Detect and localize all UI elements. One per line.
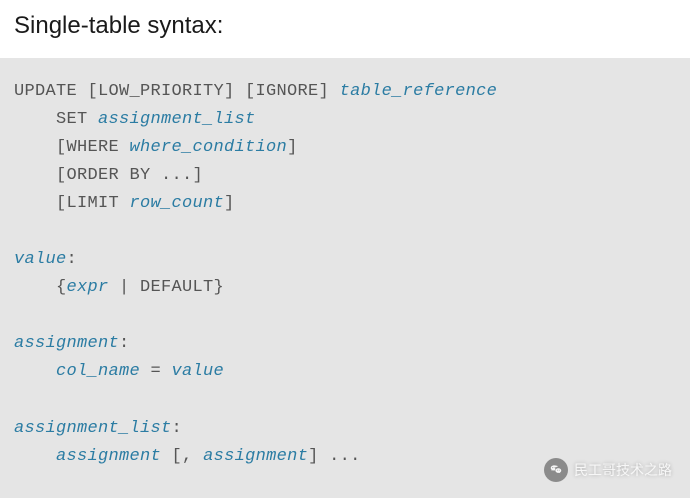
blank-line-2 bbox=[14, 302, 676, 330]
kw-limit-open: [LIMIT bbox=[14, 194, 130, 213]
kw-value-colon: : bbox=[67, 250, 78, 269]
ident-assignment-list: assignment_list bbox=[98, 110, 256, 129]
kw-equals: = bbox=[140, 362, 172, 381]
kw-al-colon: : bbox=[172, 419, 183, 438]
code-line-where: [WHERE where_condition] bbox=[14, 134, 676, 162]
attribution-text: 民工哥技术之路 bbox=[574, 460, 672, 480]
attribution: 民工哥技术之路 bbox=[544, 458, 672, 482]
kw-al-sep: [, bbox=[161, 447, 203, 466]
kw-set: SET bbox=[14, 110, 98, 129]
code-line-set: SET assignment_list bbox=[14, 106, 676, 134]
code-line-value-label: value: bbox=[14, 246, 676, 274]
kw-value-close: | DEFAULT} bbox=[109, 278, 225, 297]
kw-al-indent bbox=[14, 447, 56, 466]
ident-col-name: col_name bbox=[56, 362, 140, 381]
ident-al-assignment2: assignment bbox=[203, 447, 308, 466]
kw-where-close: ] bbox=[287, 138, 298, 157]
kw-orderby: [ORDER BY ...] bbox=[14, 166, 203, 185]
kw-low-priority: [LOW_PRIORITY] bbox=[77, 82, 235, 101]
code-line-orderby: [ORDER BY ...] bbox=[14, 162, 676, 190]
page-title: Single-table syntax: bbox=[0, 0, 690, 58]
code-line-limit: [LIMIT row_count] bbox=[14, 190, 676, 218]
blank-line-1 bbox=[14, 218, 676, 246]
code-block: UPDATE [LOW_PRIORITY] [IGNORE] table_ref… bbox=[0, 58, 690, 498]
ident-where-condition: where_condition bbox=[130, 138, 288, 157]
wechat-icon bbox=[544, 458, 568, 482]
kw-limit-close: ] bbox=[224, 194, 235, 213]
ident-assignment-label: assignment bbox=[14, 334, 119, 353]
ident-table-reference: table_reference bbox=[340, 82, 498, 101]
ident-row-count: row_count bbox=[130, 194, 225, 213]
kw-ignore: [IGNORE] bbox=[235, 82, 340, 101]
kw-update: UPDATE bbox=[14, 82, 77, 101]
code-line-assignment-body: col_name = value bbox=[14, 358, 676, 386]
ident-value-label: value bbox=[14, 250, 67, 269]
ident-al-assignment1: assignment bbox=[56, 447, 161, 466]
kw-col-indent bbox=[14, 362, 56, 381]
ident-al-label: assignment_list bbox=[14, 419, 172, 438]
kw-value-open: { bbox=[14, 278, 67, 297]
code-line-assignment-label: assignment: bbox=[14, 330, 676, 358]
ident-expr: expr bbox=[67, 278, 109, 297]
kw-where-open: [WHERE bbox=[14, 138, 130, 157]
code-line-value-body: {expr | DEFAULT} bbox=[14, 274, 676, 302]
blank-line-3 bbox=[14, 387, 676, 415]
kw-al-end: ] ... bbox=[308, 447, 361, 466]
kw-assignment-colon: : bbox=[119, 334, 130, 353]
code-line-update: UPDATE [LOW_PRIORITY] [IGNORE] table_ref… bbox=[14, 78, 676, 106]
code-line-al-label: assignment_list: bbox=[14, 415, 676, 443]
ident-value-ref: value bbox=[172, 362, 225, 381]
